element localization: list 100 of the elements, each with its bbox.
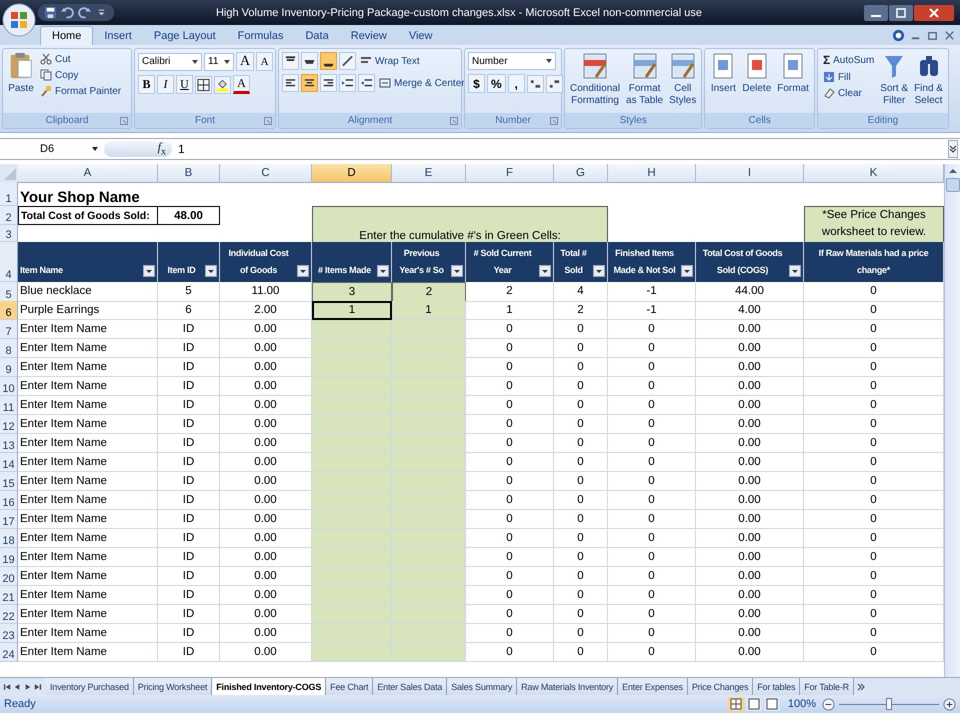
font-size-field[interactable]: 11: [204, 52, 234, 70]
column-header[interactable]: F: [466, 164, 554, 183]
filter-dropdown-icon[interactable]: [297, 265, 309, 277]
clipboard-button[interactable]: Format Painter: [38, 84, 124, 98]
row-number[interactable]: 22: [0, 605, 18, 624]
text-style-button[interactable]: B: [138, 75, 155, 94]
row-number[interactable]: 24: [0, 643, 18, 662]
sheet-tab[interactable]: Enter Expenses: [618, 678, 688, 695]
filter-dropdown-icon[interactable]: [377, 265, 389, 277]
row-number[interactable]: 23: [0, 624, 18, 643]
row-number[interactable]: 18: [0, 529, 18, 548]
sheet-tab[interactable]: Pricing Worksheet: [134, 678, 212, 695]
ribbon-tab[interactable]: Insert: [93, 26, 143, 45]
vertical-align-icon[interactable]: [320, 52, 337, 70]
row-number[interactable]: 3: [0, 225, 18, 242]
ribbon-tab[interactable]: Data: [294, 26, 340, 45]
filter-dropdown-icon[interactable]: [143, 265, 155, 277]
styles-button[interactable]: Cell Styles: [667, 52, 698, 107]
first-sheet-icon[interactable]: [3, 682, 12, 692]
increase-decimal-icon[interactable]: [526, 74, 544, 92]
cells-button[interactable]: Insert: [708, 52, 738, 95]
text-style-button[interactable]: U: [176, 75, 193, 94]
ribbon-tab[interactable]: Review: [340, 26, 398, 45]
editing-button[interactable]: Sort & Filter: [878, 52, 910, 107]
filter-dropdown-icon[interactable]: [205, 265, 217, 277]
undo-icon[interactable]: [61, 6, 74, 19]
column-header[interactable]: H: [608, 164, 696, 183]
column-header[interactable]: K: [804, 164, 944, 183]
clipboard-button[interactable]: Cut: [38, 52, 124, 66]
cells-button[interactable]: Delete: [740, 52, 774, 95]
help-icon[interactable]: [892, 29, 905, 42]
row-number[interactable]: 1: [0, 182, 18, 206]
column-header[interactable]: G: [554, 164, 608, 183]
sheet-tab[interactable]: Inventory Purchased: [46, 678, 134, 695]
filter-dropdown-icon[interactable]: [593, 265, 605, 277]
editing-button[interactable]: Find & Select: [912, 52, 945, 107]
sheet-tab[interactable]: Raw Materials Inventory: [517, 678, 618, 695]
filter-dropdown-icon[interactable]: [451, 265, 463, 277]
row-number[interactable]: 9: [0, 358, 18, 377]
scroll-thumb[interactable]: [946, 178, 960, 192]
horizontal-align-icon[interactable]: [320, 74, 337, 92]
column-header[interactable]: I: [696, 164, 804, 183]
ribbon-tab[interactable]: Home: [40, 26, 94, 45]
zoom-out-icon[interactable]: [822, 698, 835, 710]
row-number[interactable]: 12: [0, 415, 18, 434]
row-number[interactable]: 6: [0, 301, 18, 320]
row-number[interactable]: 4: [0, 242, 18, 282]
wrap-text-button[interactable]: Wrap Text: [358, 54, 422, 68]
grow-font-button[interactable]: A: [236, 52, 254, 71]
number-format-button[interactable]: ,: [508, 74, 525, 93]
minimize-icon[interactable]: [864, 4, 888, 20]
row-number[interactable]: 20: [0, 567, 18, 586]
sheet-tab[interactable]: Sales Summary: [447, 678, 518, 695]
row-number[interactable]: 13: [0, 434, 18, 453]
horizontal-align-icon[interactable]: [301, 74, 318, 92]
merge-center-button[interactable]: Merge & Center: [377, 76, 467, 90]
redo-icon[interactable]: [78, 6, 91, 19]
view-icon[interactable]: [764, 697, 780, 711]
styles-button[interactable]: Conditional Formatting: [568, 52, 622, 107]
clipboard-button[interactable]: Copy: [38, 68, 124, 82]
indent-icon[interactable]: [339, 74, 356, 92]
autosum-button[interactable]: Σ AutoSum: [820, 52, 876, 68]
zoom-in-icon[interactable]: [943, 698, 956, 710]
fill-color-icon[interactable]: [214, 76, 231, 94]
next-sheet-icon[interactable]: [23, 682, 32, 692]
font-name-field[interactable]: Calibri: [138, 52, 202, 70]
formula-input[interactable]: 1: [172, 142, 948, 156]
column-header[interactable]: E: [392, 164, 466, 183]
cells-button[interactable]: Format: [775, 52, 811, 95]
row-number[interactable]: 7: [0, 320, 18, 339]
clear-button[interactable]: Clear: [820, 86, 876, 100]
text-style-button[interactable]: I: [157, 75, 174, 94]
ribbon-tab[interactable]: View: [398, 26, 444, 45]
sheet-tab[interactable]: Enter Sales Data: [373, 678, 448, 695]
number-format-button[interactable]: %: [487, 74, 506, 93]
last-sheet-icon[interactable]: [33, 682, 42, 692]
styles-button[interactable]: Format as Table: [624, 52, 666, 107]
row-number[interactable]: 19: [0, 548, 18, 567]
number-format-field[interactable]: Number: [468, 52, 556, 70]
orientation-icon[interactable]: [339, 52, 356, 70]
indent-icon[interactable]: [358, 74, 375, 92]
column-header[interactable]: B: [158, 164, 220, 183]
zoom-slider-thumb[interactable]: [886, 698, 892, 710]
sheet-tab[interactable]: Finished Inventory-COGS: [212, 678, 326, 695]
insert-function-button[interactable]: f$_{x}$: [158, 140, 166, 158]
view-icon[interactable]: [728, 697, 744, 711]
column-header[interactable]: D: [312, 164, 392, 183]
row-number[interactable]: 15: [0, 472, 18, 491]
row-number[interactable]: 17: [0, 510, 18, 529]
row-number[interactable]: 21: [0, 586, 18, 605]
row-number[interactable]: 14: [0, 453, 18, 472]
row-number[interactable]: 16: [0, 491, 18, 510]
column-header[interactable]: A: [18, 164, 158, 183]
more-tabs-icon[interactable]: [856, 682, 866, 692]
row-number[interactable]: 8: [0, 339, 18, 358]
number-format-button[interactable]: $: [468, 74, 485, 93]
view-icon[interactable]: [746, 697, 762, 711]
sheet-tab[interactable]: Price Changes: [688, 678, 754, 695]
close-icon[interactable]: [914, 4, 954, 20]
vertical-align-icon[interactable]: [301, 52, 318, 70]
